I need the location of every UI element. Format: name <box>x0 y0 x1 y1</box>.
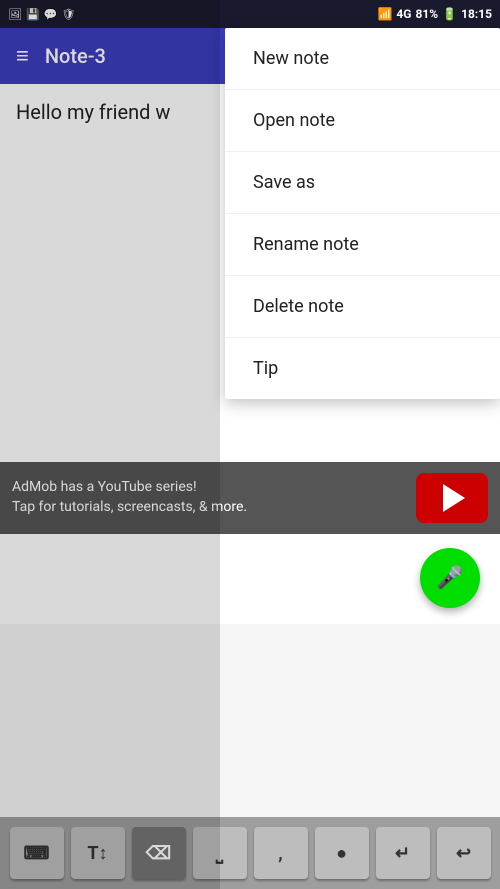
kb-btn-dot[interactable]: ● <box>315 827 369 879</box>
kb-btn-comma[interactable]: , <box>254 827 308 879</box>
menu-item-tip[interactable]: Tip <box>225 338 500 399</box>
menu-item-new-note[interactable]: New note <box>225 28 500 90</box>
mic-icon: 🎤 <box>436 566 463 591</box>
menu-item-save-as[interactable]: Save as <box>225 152 500 214</box>
network-type: 4G <box>396 7 411 21</box>
dim-overlay <box>0 0 220 889</box>
charging-icon: 🔋 <box>442 7 457 21</box>
youtube-play-button[interactable] <box>416 473 488 523</box>
kb-btn-undo[interactable]: ↩ <box>437 827 491 879</box>
kb-btn-enter[interactable]: ↵ <box>376 827 430 879</box>
battery-level: 81% <box>415 7 438 21</box>
mic-fab-button[interactable]: 🎤 <box>420 548 480 608</box>
menu-item-delete-note[interactable]: Delete note <box>225 276 500 338</box>
menu-item-open-note[interactable]: Open note <box>225 90 500 152</box>
signal-icon: 📶 <box>377 7 392 21</box>
status-info: 📶 4G 81% 🔋 18:15 <box>377 7 492 21</box>
menu-item-rename-note[interactable]: Rename note <box>225 214 500 276</box>
time-display: 18:15 <box>461 7 492 21</box>
play-icon <box>443 484 465 512</box>
dropdown-menu: New noteOpen noteSave asRename noteDelet… <box>225 28 500 399</box>
